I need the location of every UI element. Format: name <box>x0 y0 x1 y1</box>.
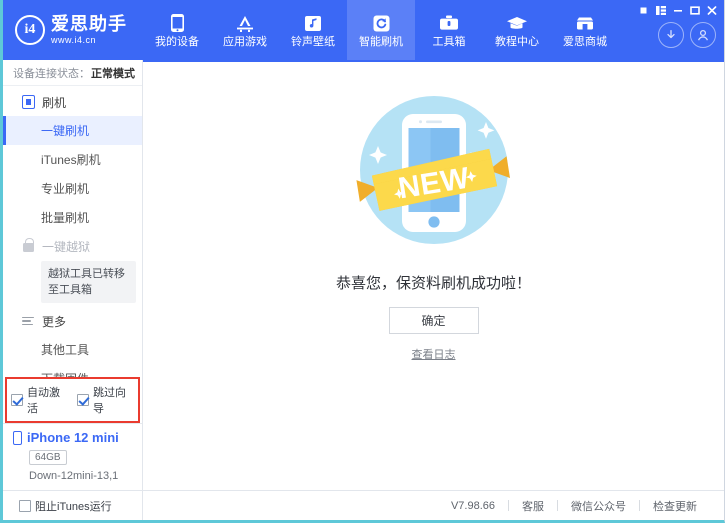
app-body: 设备连接状态：正常模式 刷机 一键刷机 iTunes刷机 专业刷机 批量刷机 <box>3 60 724 520</box>
connected-device[interactable]: iPhone 12 mini 64GB Down-12mini-13,1 <box>3 423 142 490</box>
device-capacity-badge: 64GB <box>29 450 67 465</box>
connection-status-value: 正常模式 <box>91 65 135 81</box>
minimize-icon[interactable] <box>670 3 685 17</box>
flash-options-group: 自动激活 跳过向导 <box>5 377 140 423</box>
sidebar: 设备连接状态：正常模式 刷机 一键刷机 iTunes刷机 专业刷机 批量刷机 <box>3 60 143 520</box>
connection-status: 设备连接状态：正常模式 <box>3 60 142 86</box>
header-actions <box>658 22 716 48</box>
logo-text: 爱思助手 www.i4.cn <box>51 15 127 45</box>
nav-label: 我的设备 <box>155 37 199 48</box>
nav-item-apps-games[interactable]: 应用游戏 <box>211 0 279 60</box>
check-update-link[interactable]: 检查更新 <box>640 498 710 514</box>
sidebar-group-label: 更多 <box>42 313 66 330</box>
view-log-link[interactable]: 查看日志 <box>412 346 456 362</box>
status-bar: V7.98.66 客服 微信公众号 检查更新 <box>143 490 724 520</box>
nav-item-smart-flash[interactable]: 智能刷机 <box>347 0 415 60</box>
download-icon[interactable] <box>658 22 684 48</box>
sidebar-item-itunes-flash[interactable]: iTunes刷机 <box>3 145 142 174</box>
app-window: i4 爱思助手 www.i4.cn 我的设备 应用游戏 <box>0 0 725 523</box>
sidebar-item-batch-flash[interactable]: 批量刷机 <box>3 203 142 232</box>
shop-icon <box>574 13 596 33</box>
logo-subtitle: www.i4.cn <box>51 36 127 45</box>
appstore-icon <box>234 13 256 33</box>
graduation-icon <box>506 13 528 33</box>
checkbox-label: 阻止iTunes运行 <box>35 498 112 514</box>
sidebar-group-more[interactable]: 更多 <box>3 307 142 335</box>
device-name-row: iPhone 12 mini <box>13 430 142 445</box>
checkbox-box <box>77 394 89 406</box>
connection-status-label: 设备连接状态： <box>13 65 90 81</box>
logo-title: 爱思助手 <box>51 15 127 34</box>
lock-icon <box>21 239 35 253</box>
sidebar-item-label: 一键刷机 <box>41 122 89 139</box>
nav-label: 应用游戏 <box>223 37 267 48</box>
skin-icon[interactable] <box>636 3 651 17</box>
nav-item-tutorial-center[interactable]: 教程中心 <box>483 0 551 60</box>
checkbox-box <box>11 394 23 406</box>
music-icon <box>304 13 322 33</box>
new-phone-badge-illustration: NEW <box>344 80 524 260</box>
menu-icon[interactable] <box>653 3 668 17</box>
sidebar-item-label: iTunes刷机 <box>41 151 101 168</box>
result-message: 恭喜您，保资料刷机成功啦！ <box>336 272 531 293</box>
nav-label: 铃声壁纸 <box>291 37 335 48</box>
window-controls <box>636 3 719 17</box>
skip-wizard-checkbox[interactable]: 跳过向导 <box>77 384 134 416</box>
nav-label: 智能刷机 <box>359 37 403 48</box>
sidebar-item-pro-flash[interactable]: 专业刷机 <box>3 174 142 203</box>
nav-label: 爱思商城 <box>563 37 607 48</box>
app-header: i4 爱思助手 www.i4.cn 我的设备 应用游戏 <box>3 0 724 60</box>
refresh-icon <box>372 13 391 33</box>
customer-service-link[interactable]: 客服 <box>509 498 557 514</box>
sidebar-menu: 刷机 一键刷机 iTunes刷机 专业刷机 批量刷机 一键越狱 <box>3 86 142 377</box>
nav-label: 教程中心 <box>495 37 539 48</box>
block-itunes-checkbox[interactable]: 阻止iTunes运行 <box>19 498 112 514</box>
version-label: V7.98.66 <box>438 500 508 512</box>
sidebar-group-jailbreak: 一键越狱 <box>3 232 142 260</box>
sidebar-item-label: 批量刷机 <box>41 209 89 226</box>
sidebar-item-one-key-flash[interactable]: 一键刷机 <box>3 116 142 145</box>
device-identifier: Down-12mini-13,1 <box>29 470 142 482</box>
nav-label: 工具箱 <box>433 37 466 48</box>
sidebar-group-flash[interactable]: 刷机 <box>3 88 142 116</box>
confirm-button[interactable]: 确定 <box>389 307 479 334</box>
jailbreak-tooltip: 越狱工具已转移至工具箱 <box>41 261 136 303</box>
device-name: iPhone 12 mini <box>27 430 119 445</box>
logo-mark-icon: i4 <box>15 15 45 45</box>
sidebar-item-label: 其他工具 <box>41 341 89 358</box>
flash-icon <box>21 95 35 109</box>
checkbox-label: 跳过向导 <box>93 384 134 416</box>
sidebar-item-other-tools[interactable]: 其他工具 <box>3 335 142 364</box>
sidebar-item-download-firmware[interactable]: 下载固件 <box>3 364 142 377</box>
main-navigation: 我的设备 应用游戏 铃声壁纸 智能刷机 <box>143 0 619 60</box>
sidebar-group-label: 刷机 <box>42 94 66 111</box>
sidebar-item-label: 下载固件 <box>41 370 89 377</box>
main-content: NEW 恭喜您，保资料刷机成功啦！ 确定 查看日志 V7.98.66 客服 微信… <box>143 60 724 520</box>
toolbox-icon <box>438 13 460 33</box>
sidebar-item-label: 专业刷机 <box>41 180 89 197</box>
result-stage: NEW 恭喜您，保资料刷机成功啦！ 确定 查看日志 <box>143 62 724 490</box>
account-icon[interactable] <box>690 22 716 48</box>
app-logo[interactable]: i4 爱思助手 www.i4.cn <box>3 15 143 45</box>
checkbox-box <box>19 500 31 512</box>
checkbox-label: 自动激活 <box>27 384 68 416</box>
device-icon <box>170 13 185 33</box>
more-icon <box>21 314 35 328</box>
sidebar-group-label: 一键越狱 <box>42 238 90 255</box>
nav-item-toolbox[interactable]: 工具箱 <box>415 0 483 60</box>
nav-item-ringtone-wallpaper[interactable]: 铃声壁纸 <box>279 0 347 60</box>
wechat-link[interactable]: 微信公众号 <box>558 498 639 514</box>
auto-activate-checkbox[interactable]: 自动激活 <box>11 384 68 416</box>
phone-icon <box>13 431 22 445</box>
nav-item-shop[interactable]: 爱思商城 <box>551 0 619 60</box>
close-icon[interactable] <box>704 3 719 17</box>
maximize-icon[interactable] <box>687 3 702 17</box>
nav-item-my-device[interactable]: 我的设备 <box>143 0 211 60</box>
sidebar-footer: 阻止iTunes运行 <box>3 490 142 520</box>
